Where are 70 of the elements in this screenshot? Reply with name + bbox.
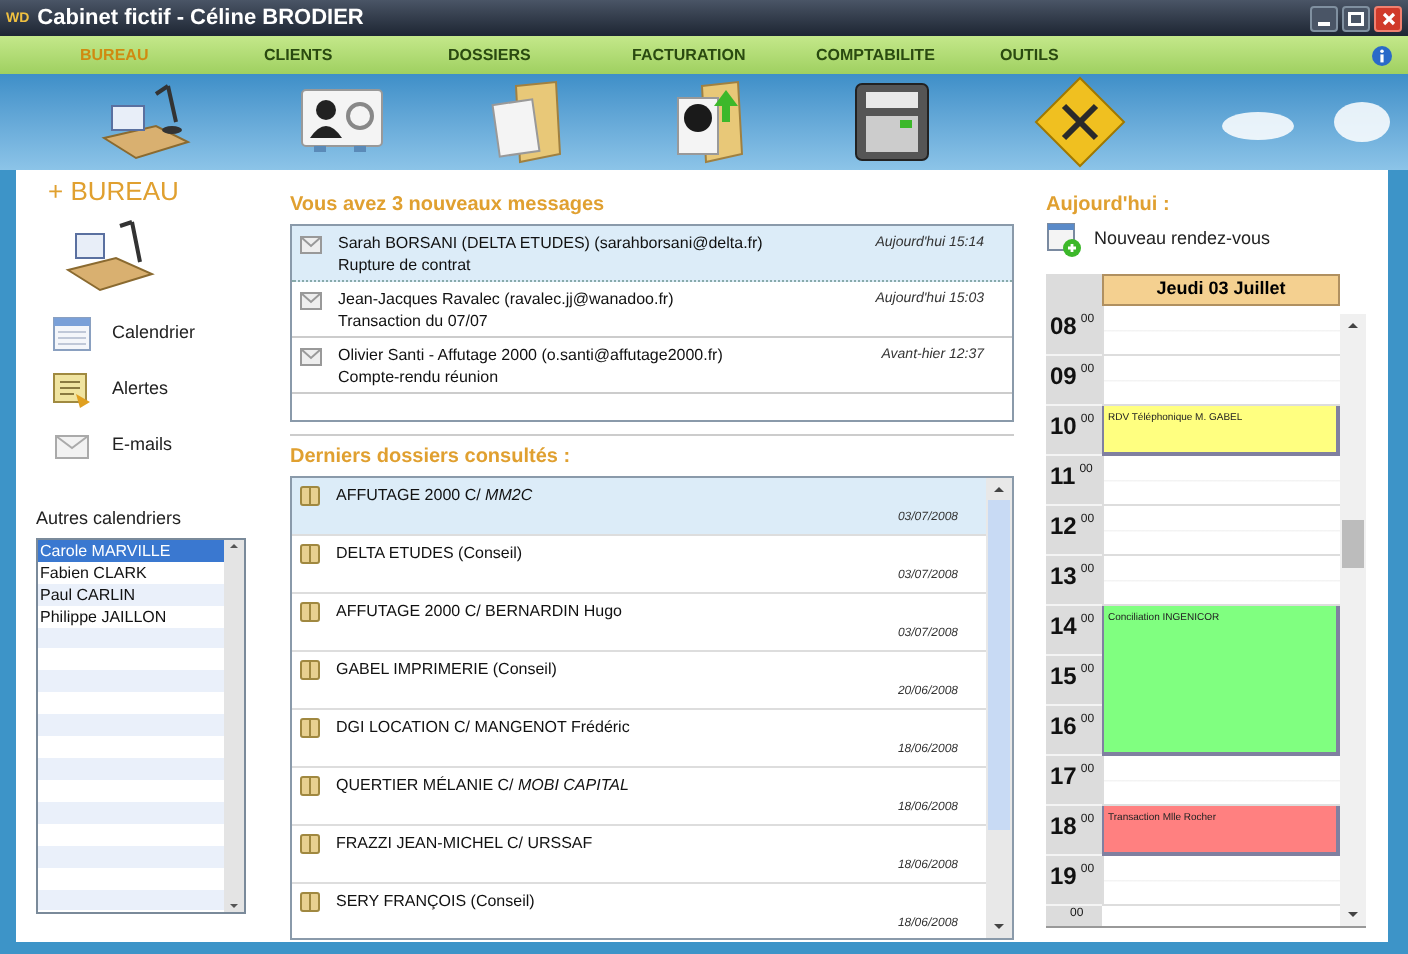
calendar-icon bbox=[52, 316, 92, 352]
scroll-up-icon[interactable] bbox=[992, 484, 1006, 496]
section-label: Autres calendriers bbox=[36, 506, 184, 532]
close-button[interactable] bbox=[1374, 5, 1402, 31]
menu-tab[interactable]: FACTURATION bbox=[632, 43, 816, 67]
book-icon bbox=[300, 544, 320, 564]
section-title: Vous avez 3 nouveaux messages bbox=[290, 194, 607, 218]
envelope-icon bbox=[300, 236, 322, 254]
sidebar-item[interactable]: Alertes bbox=[112, 376, 169, 404]
scrollbar[interactable] bbox=[224, 539, 244, 911]
file-name: SERY FRANÇOIS (Conseil) bbox=[336, 892, 535, 912]
file-name: AFFUTAGE 2000 C/ MM2C bbox=[336, 486, 533, 506]
section-title: Derniers dossiers consultés : bbox=[290, 446, 573, 470]
message-sender: Sarah BORSANI (DELTA ETUDES) (sarahborsani@delta.fr) bbox=[338, 232, 765, 254]
book-icon bbox=[300, 602, 320, 622]
menu-tab[interactable]: DOSSIERS bbox=[448, 43, 632, 67]
envelope-icon bbox=[300, 292, 322, 310]
file-name: AFFUTAGE 2000 C/ BERNARDIN Hugo bbox=[336, 602, 623, 622]
section-title: Aujourd'hui : bbox=[1046, 194, 1172, 218]
file-name: DGI LOCATION C/ MANGENOT Frédéric bbox=[336, 718, 630, 738]
calendar-list-item[interactable]: Paul CARLIN bbox=[38, 583, 224, 605]
book-icon bbox=[300, 776, 320, 796]
desk-icon bbox=[64, 218, 156, 294]
close-icon bbox=[1381, 11, 1395, 25]
scroll-thumb[interactable] bbox=[1342, 520, 1364, 568]
calendar-list-item[interactable]: Philippe JAILLON bbox=[38, 605, 224, 627]
scroll-down-icon[interactable] bbox=[228, 899, 240, 911]
info-icon[interactable] bbox=[1372, 45, 1392, 65]
scroll-down-icon[interactable] bbox=[1346, 908, 1360, 920]
calculator-icon[interactable] bbox=[852, 80, 932, 164]
maximize-icon bbox=[1348, 11, 1364, 25]
message-subject: Transaction du 07/07 bbox=[338, 310, 490, 332]
file-name: FRAZZI JEAN-MICHEL C/ URSSAF bbox=[336, 834, 593, 854]
alert-note-icon bbox=[52, 370, 92, 410]
scrollbar[interactable] bbox=[986, 478, 1012, 938]
scrollbar[interactable] bbox=[1340, 314, 1366, 926]
new-appointment-link[interactable]: Nouveau rendez-vous bbox=[1094, 226, 1271, 254]
book-icon bbox=[300, 486, 320, 506]
message-subject: Compte-rendu réunion bbox=[338, 366, 501, 388]
file-name: DELTA ETUDES (Conseil) bbox=[336, 544, 523, 564]
sidebar-item[interactable]: E-mails bbox=[112, 432, 173, 460]
maximize-button[interactable] bbox=[1342, 5, 1370, 31]
book-icon bbox=[300, 834, 320, 854]
book-icon bbox=[300, 892, 320, 912]
scroll-thumb[interactable] bbox=[988, 500, 1010, 830]
scroll-up-icon[interactable] bbox=[1346, 320, 1360, 332]
envelope-icon bbox=[300, 348, 322, 366]
sidebar-item[interactable]: Calendrier bbox=[112, 320, 196, 348]
message-sender: Jean-Jacques Ravalec (ravalec.jj@wanadoo.fr) bbox=[338, 288, 676, 310]
message-sender: Olivier Santi - Affutage 2000 (o.santi@affutage2000.fr) bbox=[338, 344, 725, 366]
minimize-icon bbox=[1318, 21, 1330, 25]
file-name: QUERTIER MÉLANIE C/ MOBI CAPITAL bbox=[336, 776, 629, 796]
menu-tab[interactable]: OUTILS bbox=[1000, 43, 1184, 67]
cloud-icon bbox=[1331, 98, 1391, 146]
calendar-add-icon[interactable] bbox=[1046, 222, 1082, 258]
time-header bbox=[1046, 274, 1102, 305]
day-header: Jeudi 03 Juillet bbox=[1102, 274, 1340, 305]
scroll-up-icon[interactable] bbox=[228, 539, 240, 551]
file-name: GABEL IMPRIMERIE (Conseil) bbox=[336, 660, 557, 680]
book-icon bbox=[300, 660, 320, 680]
calendar-list-item[interactable]: Carole MARVILLE bbox=[38, 539, 224, 561]
menu-tab[interactable]: COMPTABILITE bbox=[816, 43, 1000, 67]
minimize-button[interactable] bbox=[1310, 5, 1338, 31]
book-icon bbox=[300, 718, 320, 738]
menu-tab[interactable]: CLIENTS bbox=[264, 43, 448, 67]
message-subject: Rupture de contrat bbox=[338, 254, 473, 276]
scroll-down-icon[interactable] bbox=[992, 920, 1006, 932]
section-title: + BUREAU bbox=[48, 178, 181, 206]
calendar-list-item[interactable]: Fabien CLARK bbox=[38, 561, 224, 583]
window-title: Cabinet fictif - Céline BRODIER bbox=[37, 7, 364, 29]
